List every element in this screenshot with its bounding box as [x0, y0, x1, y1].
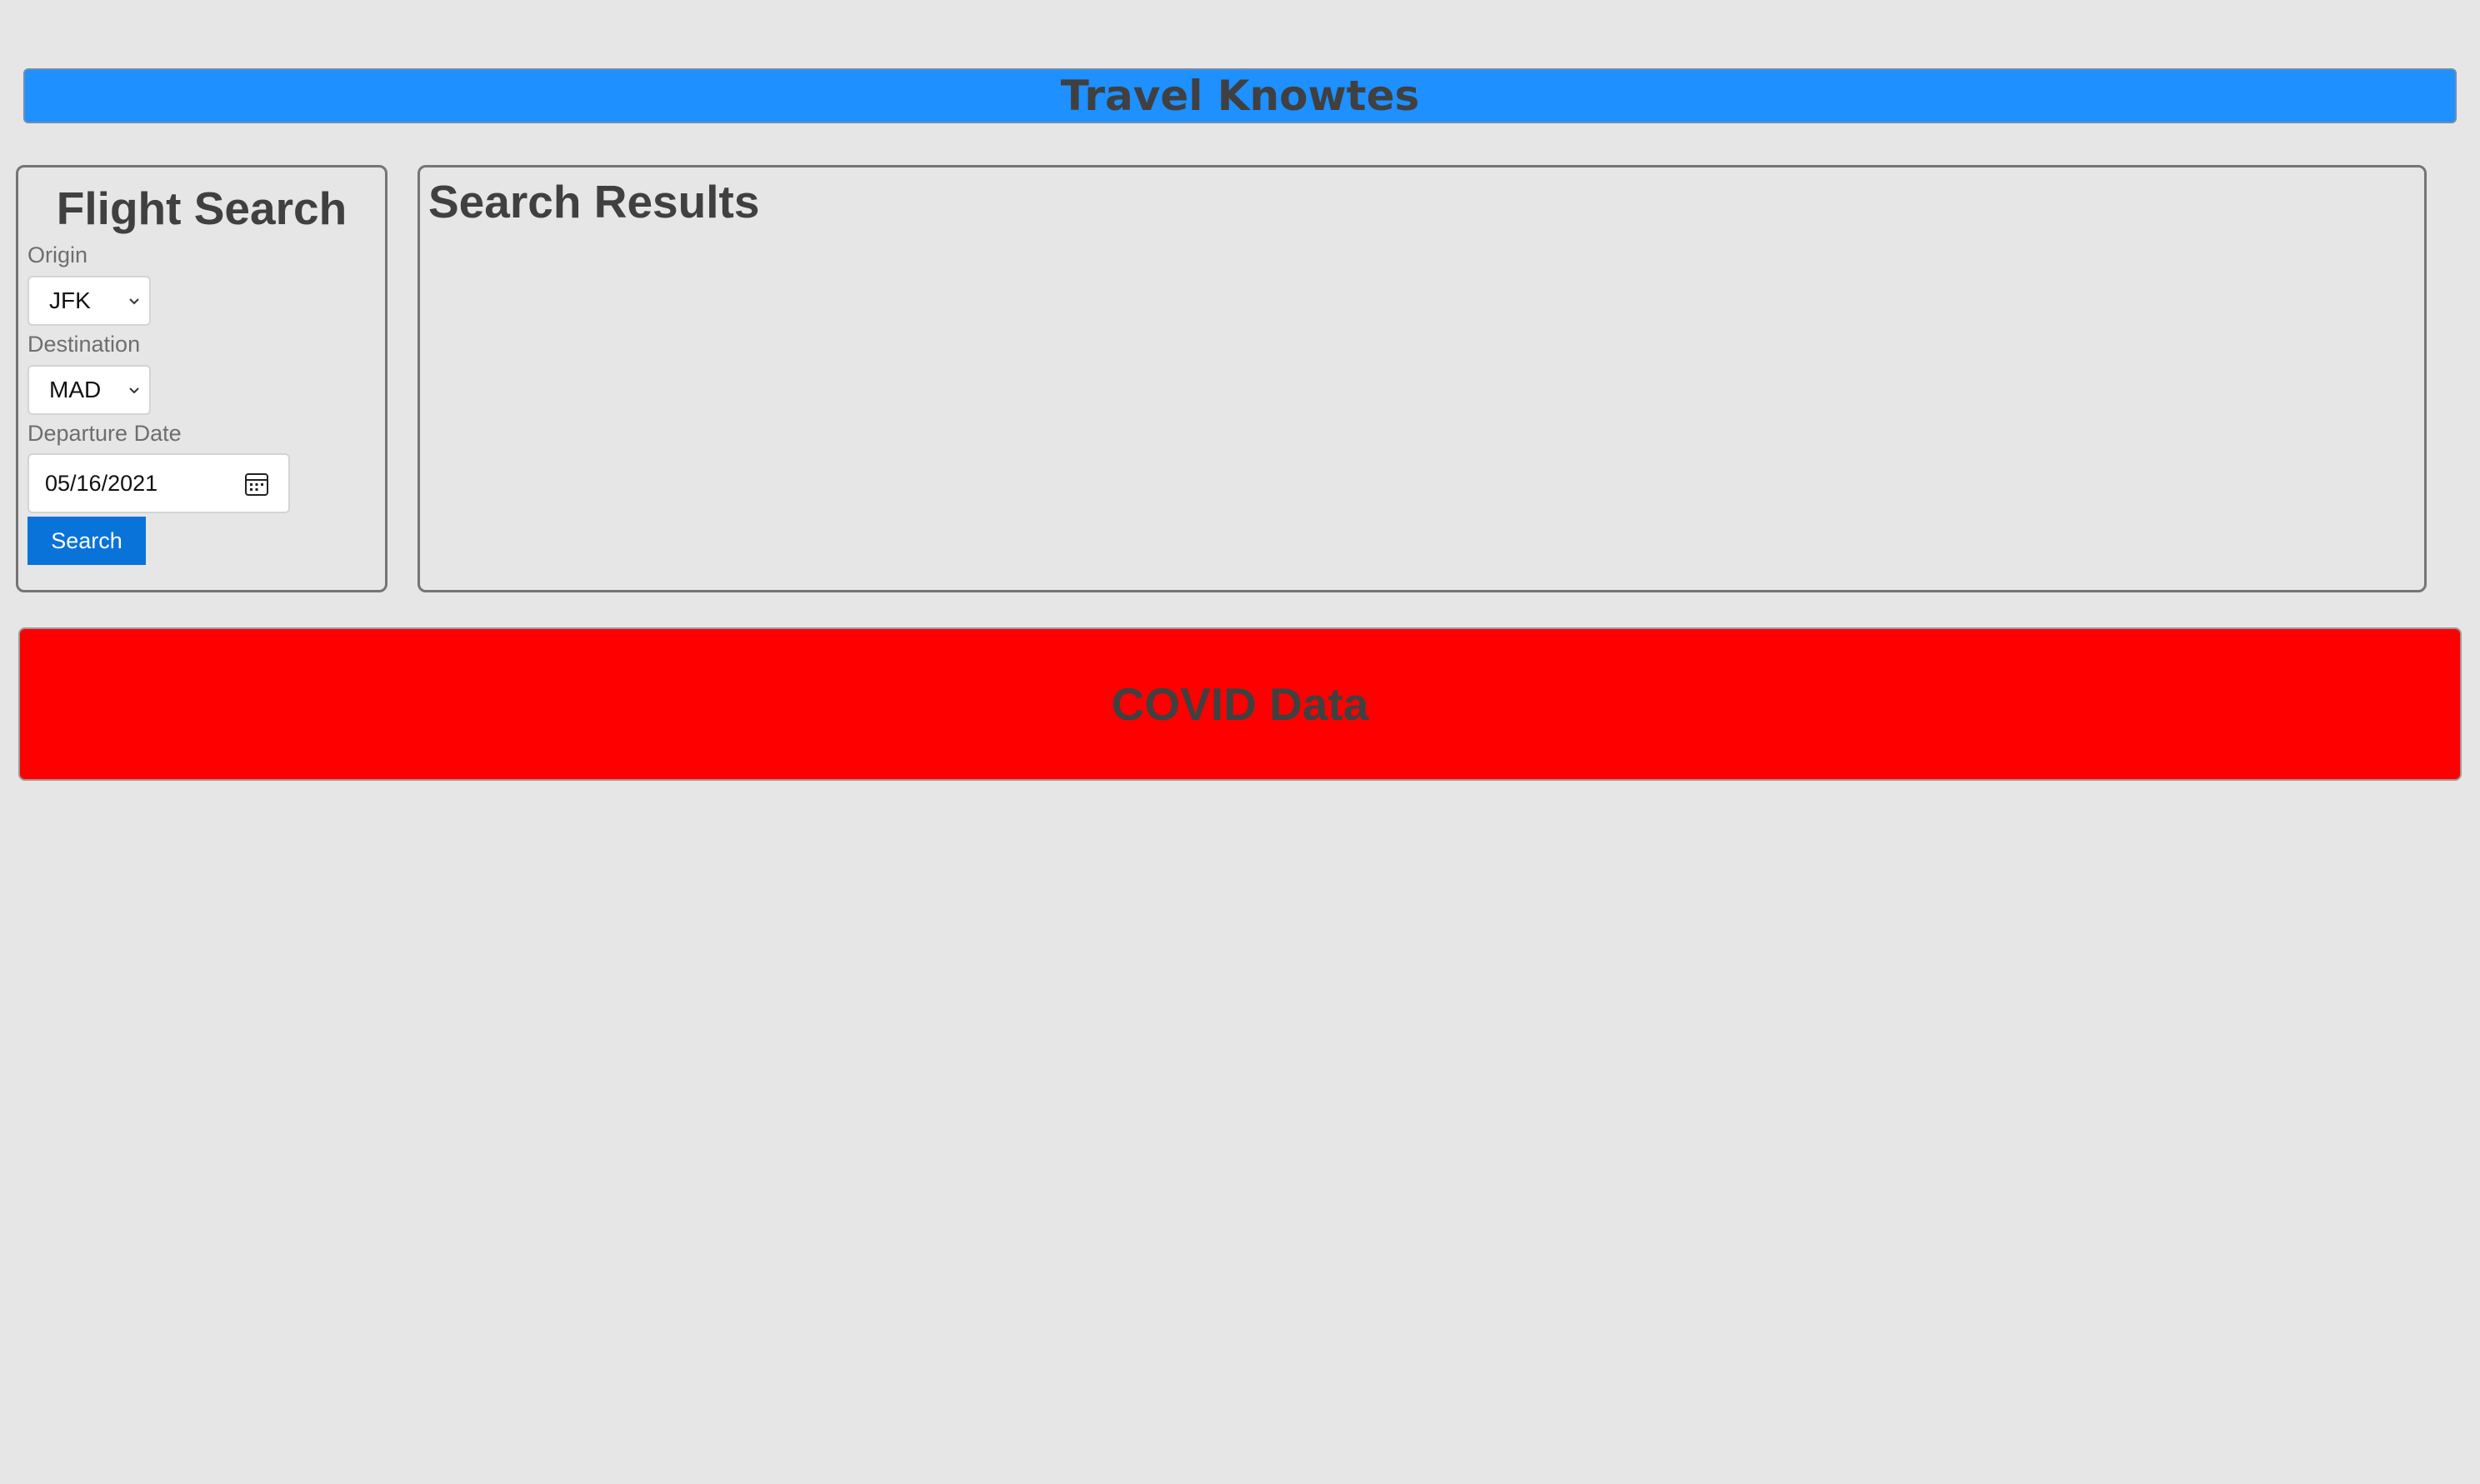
app-header: Travel Knowtes — [23, 68, 2457, 123]
origin-select-value: JFK — [49, 287, 91, 313]
origin-select[interactable]: JFK — [28, 276, 151, 326]
covid-data-title: COVID Data — [1111, 677, 1369, 730]
search-results-panel: Search Results — [418, 165, 2427, 592]
origin-label: Origin — [28, 242, 88, 267]
search-results-title: Search Results — [428, 176, 760, 227]
destination-label: Destination — [28, 332, 141, 357]
flight-search-title: Flight Search — [56, 182, 348, 234]
flight-search-panel: Flight Search Origin JFK Destination MAD… — [16, 165, 388, 592]
chevron-down-icon — [129, 298, 139, 305]
departure-date-label: Departure Date — [28, 421, 182, 446]
departure-date-value: 05/16/2021 — [45, 470, 158, 496]
calendar-icon[interactable] — [243, 471, 270, 497]
departure-date-input[interactable]: 05/16/2021 — [28, 453, 290, 513]
covid-data-panel: COVID Data — [18, 627, 2462, 781]
destination-select-value: MAD — [49, 377, 102, 402]
chevron-down-icon — [129, 387, 139, 394]
destination-select[interactable]: MAD — [28, 365, 151, 415]
app-title: Travel Knowtes — [1060, 72, 1420, 120]
search-button[interactable]: Search — [28, 517, 146, 565]
